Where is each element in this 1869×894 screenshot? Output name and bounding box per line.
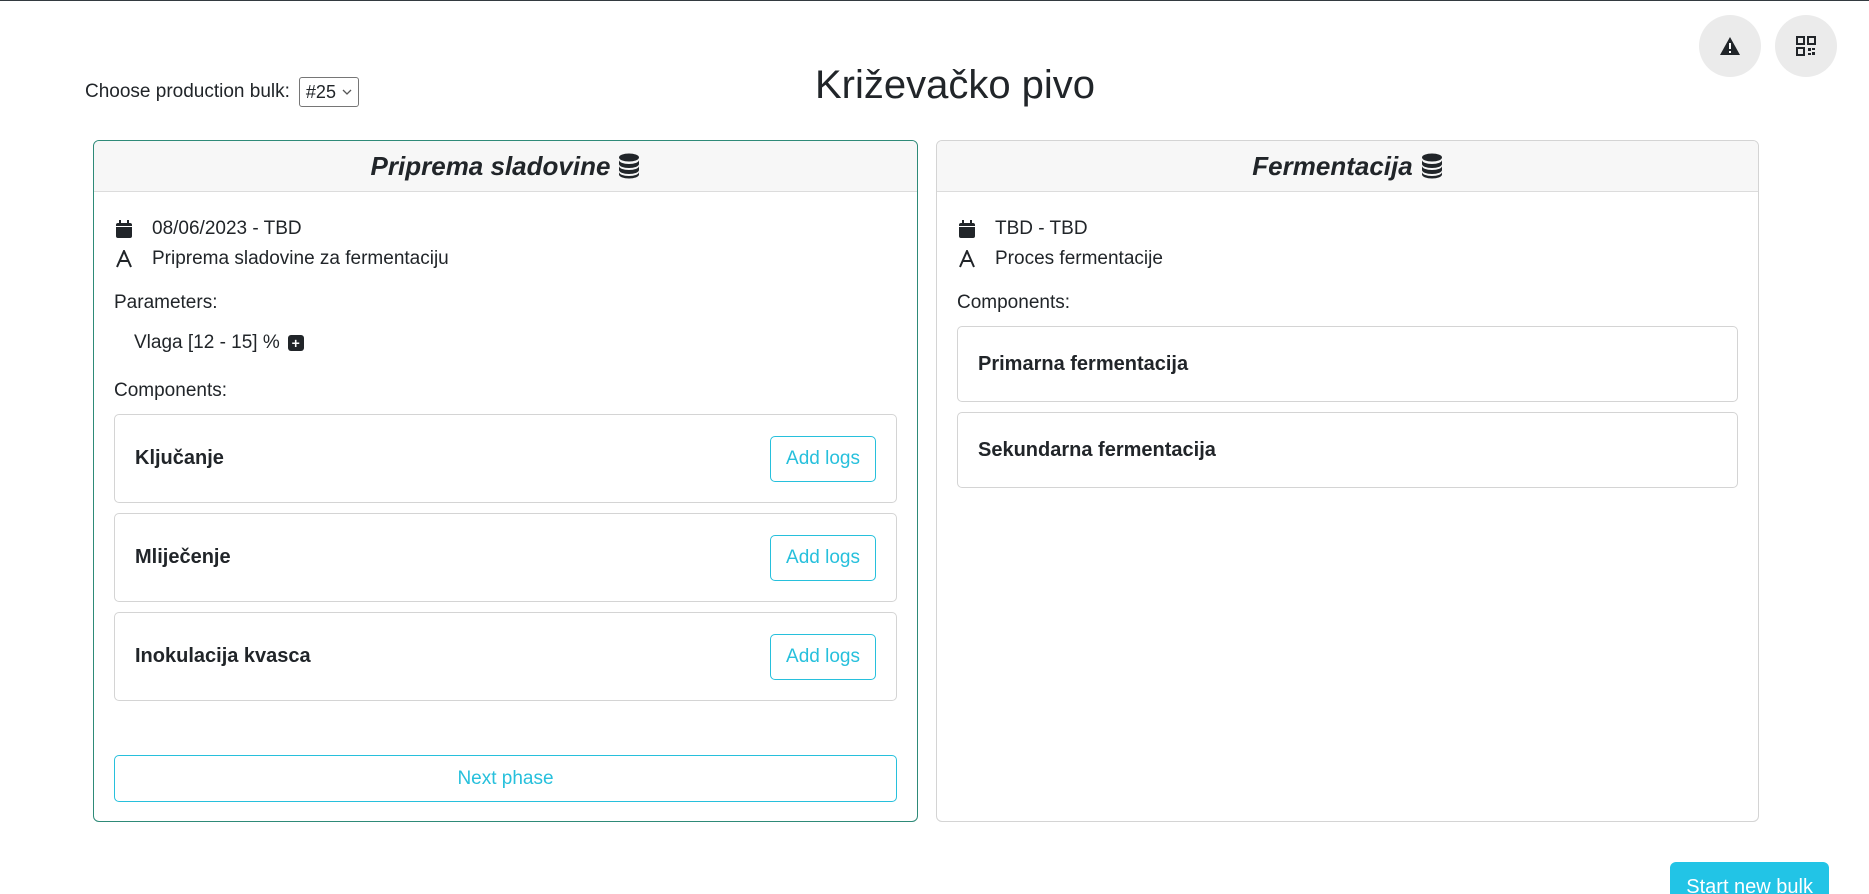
add-logs-button[interactable]: Add logs bbox=[770, 534, 876, 581]
parameters-label: Parameters: bbox=[114, 292, 218, 313]
parameter-label: Vlaga [12 - 15] % bbox=[134, 332, 280, 353]
phase-card-fermentacija: Fermentacija TBD - TBD Proces fermentaci… bbox=[936, 140, 1759, 822]
component-list: Primarna fermentacija Sekundarna ferment… bbox=[957, 326, 1738, 488]
components-label: Components: bbox=[114, 380, 228, 401]
add-logs-button[interactable]: Add logs bbox=[770, 435, 876, 482]
font-icon bbox=[957, 250, 977, 268]
page-title: Križevačko pivo bbox=[814, 63, 1096, 107]
phase-description-row: Priprema sladovine za fermentaciju bbox=[114, 244, 897, 274]
component-sekundarna-fermentacija: Sekundarna fermentacija bbox=[957, 412, 1738, 488]
phase-body: TBD - TBD Proces fermentacije Components… bbox=[937, 192, 1758, 821]
component-mlijecenje: Mliječenje Add logs bbox=[114, 513, 897, 602]
component-primarna-fermentacija: Primarna fermentacija bbox=[957, 326, 1738, 402]
phase-dates: 08/06/2023 - TBD bbox=[152, 218, 302, 239]
phase-description-row: Proces fermentacije bbox=[957, 244, 1738, 274]
database-icon bbox=[1421, 153, 1442, 179]
phase-body: 08/06/2023 - TBD Priprema sladovine za f… bbox=[94, 192, 917, 821]
qr-code-icon bbox=[1796, 36, 1816, 56]
phase-dates-row: TBD - TBD bbox=[957, 214, 1738, 244]
component-name: Inokulacija kvasca bbox=[135, 645, 311, 667]
phase-title: Fermentacija bbox=[1252, 150, 1413, 181]
component-name: Mliječenje bbox=[135, 546, 231, 568]
component-name: Primarna fermentacija bbox=[978, 352, 1189, 375]
calendar-icon bbox=[957, 219, 977, 239]
start-new-bulk-button[interactable]: Start new bulk bbox=[1670, 862, 1829, 894]
database-icon bbox=[619, 153, 640, 179]
component-name: Sekundarna fermentacija bbox=[978, 438, 1216, 461]
add-logs-button[interactable]: Add logs bbox=[770, 633, 876, 680]
phase-dates: TBD - TBD bbox=[995, 218, 1088, 239]
component-inokulacija-kvasca: Inokulacija kvasca Add logs bbox=[114, 612, 897, 701]
phase-header: Fermentacija bbox=[937, 141, 1758, 192]
warning-icon bbox=[1720, 37, 1740, 55]
calendar-icon bbox=[114, 219, 134, 239]
component-name: Ključanje bbox=[135, 447, 224, 469]
font-icon bbox=[114, 250, 134, 268]
phase-description: Priprema sladovine za fermentaciju bbox=[152, 248, 449, 269]
component-list: Ključanje Add logs Mliječenje Add logs I… bbox=[114, 414, 897, 701]
phase-header: Priprema sladovine bbox=[94, 141, 917, 192]
phase-description: Proces fermentacije bbox=[995, 248, 1163, 269]
phase-card-priprema-sladovine: Priprema sladovine 08/06/2023 - TBD Prip… bbox=[93, 140, 918, 822]
components-label: Components: bbox=[957, 292, 1071, 313]
component-kljucanje: Ključanje Add logs bbox=[114, 414, 897, 503]
phase-dates-row: 08/06/2023 - TBD bbox=[114, 214, 897, 244]
phase-title: Priprema sladovine bbox=[370, 150, 611, 181]
parameter-item: Vlaga [12 - 15] % + bbox=[134, 332, 897, 354]
next-phase-button[interactable]: Next phase bbox=[114, 755, 897, 802]
plus-square-icon[interactable]: + bbox=[287, 335, 304, 351]
